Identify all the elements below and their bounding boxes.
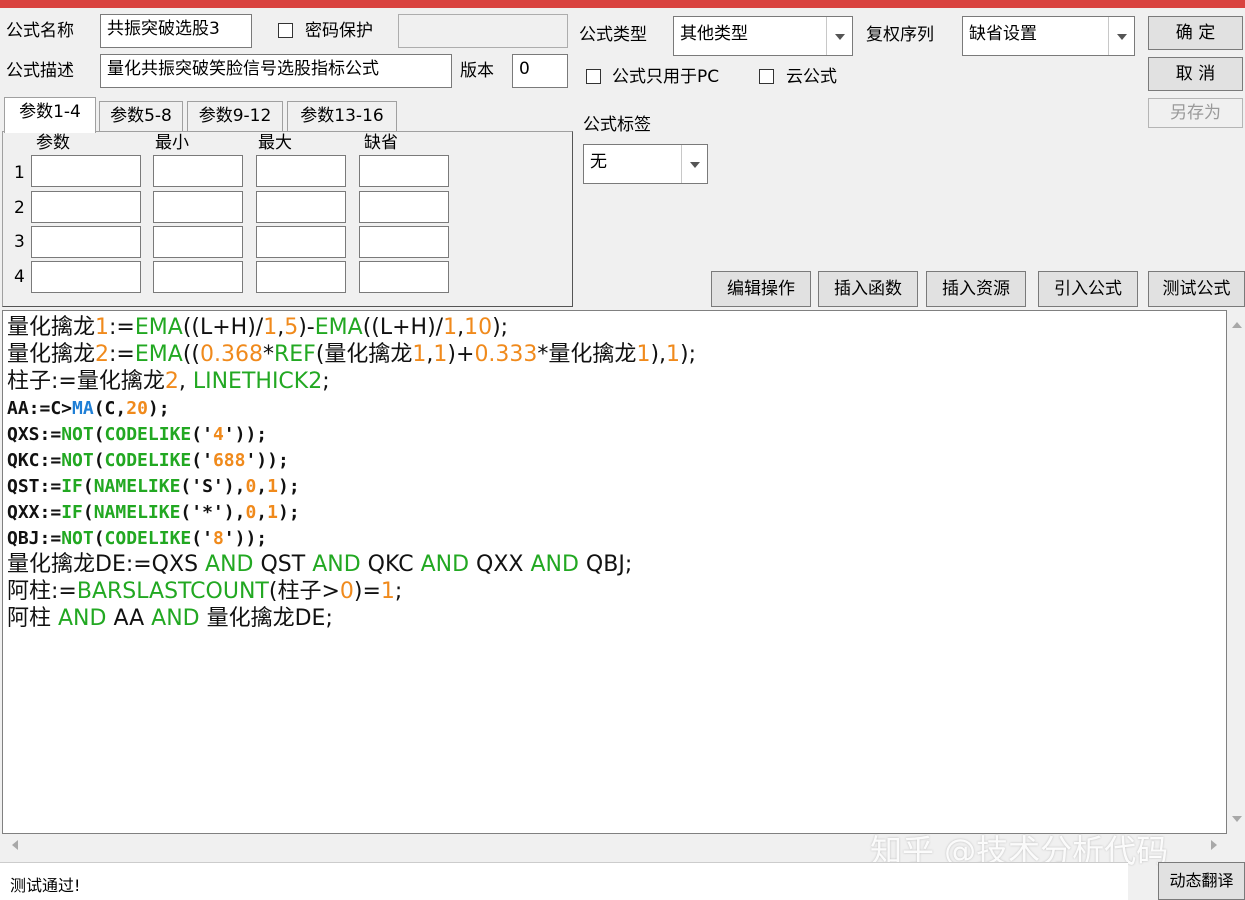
param-1-min-input[interactable] — [153, 155, 243, 187]
scroll-right-icon[interactable] — [1211, 840, 1217, 850]
code-line: QBJ:=NOT(CODELIKE('8')); — [7, 528, 268, 549]
scroll-up-icon[interactable] — [1232, 322, 1242, 328]
formula-name-input[interactable]: 共振突破选股3 — [100, 14, 252, 48]
tab-params-9-12[interactable]: 参数9-12 — [187, 101, 283, 131]
param-header-min: 最小 — [155, 133, 189, 153]
param-2-max-input[interactable] — [256, 191, 346, 223]
code-line: AA:=C>MA(C,20); — [7, 398, 170, 419]
param-header-max: 最大 — [258, 133, 292, 153]
code-line: 量化擒龙1:=EMA((L+H)/1,5)-EMA((L+H)/1,10); — [7, 315, 509, 340]
rights-label: 复权序列 — [866, 25, 934, 45]
title-bar-strip — [0, 0, 1245, 8]
ok-button[interactable]: 确 定 — [1148, 16, 1243, 50]
cloud-label: 云公式 — [786, 67, 837, 87]
chevron-down-icon[interactable] — [826, 17, 852, 55]
status-bar: 测试通过! — [0, 862, 1128, 900]
status-text: 测试通过! — [10, 876, 81, 895]
param-row-number: 3 — [14, 232, 25, 252]
code-line: 阿柱:=BARSLASTCOUNT(柱子>0)=1; — [7, 579, 403, 604]
code-line: 阿柱 AND AA AND 量化擒龙DE; — [7, 606, 333, 631]
dynamic-translate-button[interactable]: 动态翻译 — [1158, 862, 1245, 900]
edit-ops-button[interactable]: 编辑操作 — [711, 271, 811, 307]
formula-tag-label: 公式标签 — [583, 115, 651, 135]
chevron-down-icon[interactable] — [681, 145, 707, 183]
param-1-name-input[interactable] — [31, 155, 141, 187]
code-line: QXX:=IF(NAMELIKE('*'),0,1); — [7, 502, 300, 523]
code-line: QST:=IF(NAMELIKE('S'),0,1); — [7, 476, 300, 497]
code-text: 量化擒龙1:=EMA((L+H)/1,5)-EMA((L+H)/1,10); 量… — [7, 315, 696, 633]
code-line: QKC:=NOT(CODELIKE('688')); — [7, 450, 289, 471]
pc-only-checkbox[interactable] — [586, 69, 601, 84]
formula-type-label: 公式类型 — [579, 25, 647, 45]
code-line: 量化擒龙2:=EMA((0.368*REF(量化擒龙1,1)+0.333*量化擒… — [7, 342, 697, 367]
param-header-name: 参数 — [36, 133, 70, 153]
cloud-checkbox[interactable] — [759, 69, 774, 84]
param-2-min-input[interactable] — [153, 191, 243, 223]
param-3-max-input[interactable] — [256, 226, 346, 258]
password-checkbox[interactable] — [278, 23, 293, 38]
param-4-max-input[interactable] — [256, 261, 346, 293]
param-row-number: 2 — [14, 198, 25, 218]
formula-type-value: 其他类型 — [680, 24, 748, 44]
scroll-down-icon[interactable] — [1232, 816, 1242, 822]
param-1-max-input[interactable] — [256, 155, 346, 187]
chevron-down-icon[interactable] — [1108, 17, 1134, 55]
vertical-scrollbar[interactable] — [1228, 310, 1245, 834]
param-row-number: 1 — [14, 163, 25, 183]
rights-select[interactable]: 缺省设置 — [962, 16, 1135, 56]
insert-resource-button[interactable]: 插入资源 — [926, 271, 1026, 307]
tab-params-5-8[interactable]: 参数5-8 — [99, 101, 183, 131]
param-1-default-input[interactable] — [359, 155, 449, 187]
import-formula-button[interactable]: 引入公式 — [1038, 271, 1138, 307]
scroll-left-icon[interactable] — [12, 840, 18, 850]
version-input[interactable]: 0 — [512, 54, 568, 88]
save-as-button[interactable]: 另存为 — [1148, 98, 1243, 128]
rights-value: 缺省设置 — [969, 24, 1037, 44]
formula-tag-value: 无 — [590, 152, 607, 172]
password-input[interactable] — [398, 14, 568, 48]
param-4-min-input[interactable] — [153, 261, 243, 293]
code-editor[interactable]: 量化擒龙1:=EMA((L+H)/1,5)-EMA((L+H)/1,10); 量… — [2, 310, 1227, 834]
param-4-default-input[interactable] — [359, 261, 449, 293]
code-line: 柱子:=量化擒龙2, LINETHICK2; — [7, 369, 330, 394]
code-line: 量化擒龙DE:=QXS AND QST AND QKC AND QXX AND … — [7, 552, 633, 577]
insert-function-button[interactable]: 插入函数 — [818, 271, 918, 307]
formula-name-label: 公式名称 — [6, 21, 74, 41]
tab-params-1-4[interactable]: 参数1-4 — [4, 97, 96, 133]
code-line: QXS:=NOT(CODELIKE('4')); — [7, 424, 268, 445]
param-2-name-input[interactable] — [31, 191, 141, 223]
formula-desc-input[interactable]: 量化共振突破笑脸信号选股指标公式 — [100, 54, 452, 88]
param-header-default: 缺省 — [364, 133, 398, 153]
param-3-min-input[interactable] — [153, 226, 243, 258]
cancel-button[interactable]: 取 消 — [1148, 57, 1243, 91]
param-2-default-input[interactable] — [359, 191, 449, 223]
password-label: 密码保护 — [305, 21, 373, 41]
test-formula-button[interactable]: 测试公式 — [1148, 271, 1245, 307]
formula-desc-label: 公式描述 — [6, 61, 74, 81]
param-3-name-input[interactable] — [31, 226, 141, 258]
pc-only-label: 公式只用于PC — [612, 67, 720, 87]
formula-type-select[interactable]: 其他类型 — [673, 16, 853, 56]
param-4-name-input[interactable] — [31, 261, 141, 293]
param-3-default-input[interactable] — [359, 226, 449, 258]
param-row-number: 4 — [14, 267, 25, 287]
formula-tag-select[interactable]: 无 — [583, 144, 708, 184]
tab-params-13-16[interactable]: 参数13-16 — [287, 101, 397, 131]
version-label: 版本 — [460, 61, 494, 81]
